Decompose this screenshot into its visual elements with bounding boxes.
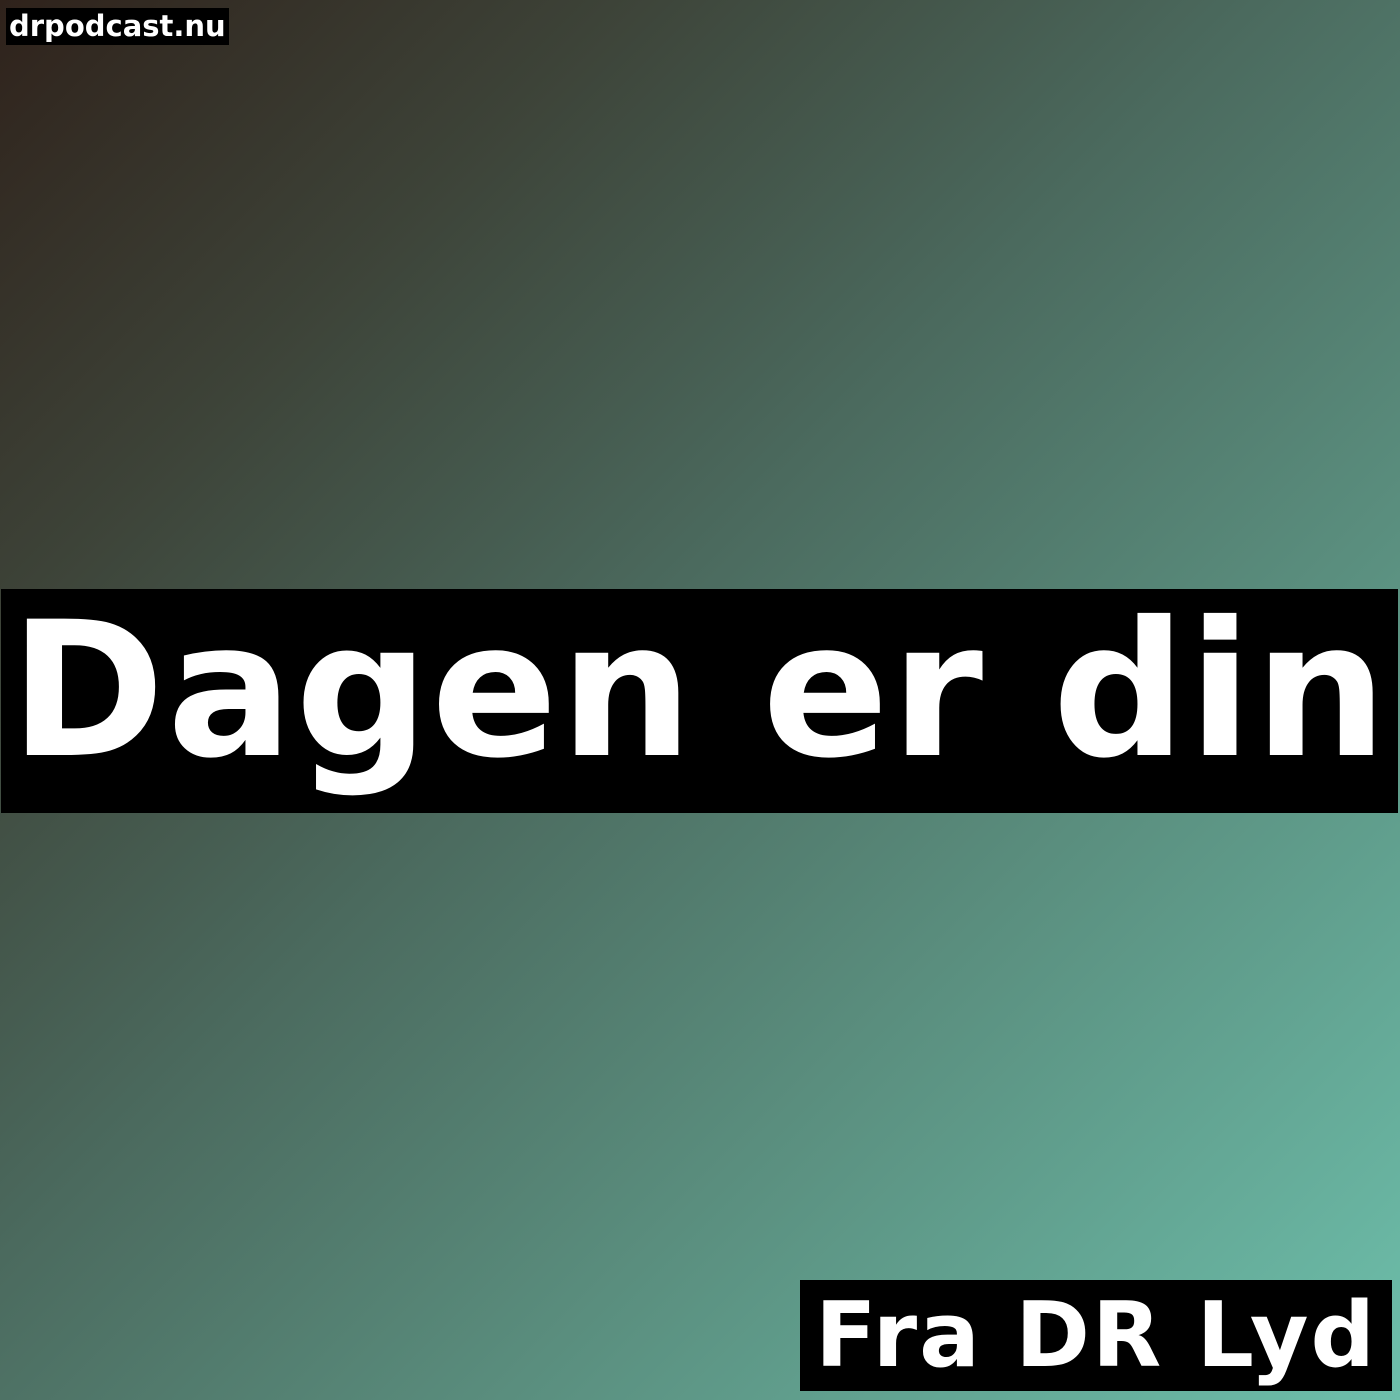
title-band: Dagen er din — [1, 589, 1398, 813]
source-tag: Fra DR Lyd — [800, 1280, 1392, 1391]
source-label: Fra DR Lyd — [815, 1282, 1377, 1388]
site-tag-text: drpodcast.nu — [9, 9, 226, 43]
site-tag: drpodcast.nu — [6, 8, 229, 45]
podcast-title: Dagen er din — [9, 589, 1390, 800]
